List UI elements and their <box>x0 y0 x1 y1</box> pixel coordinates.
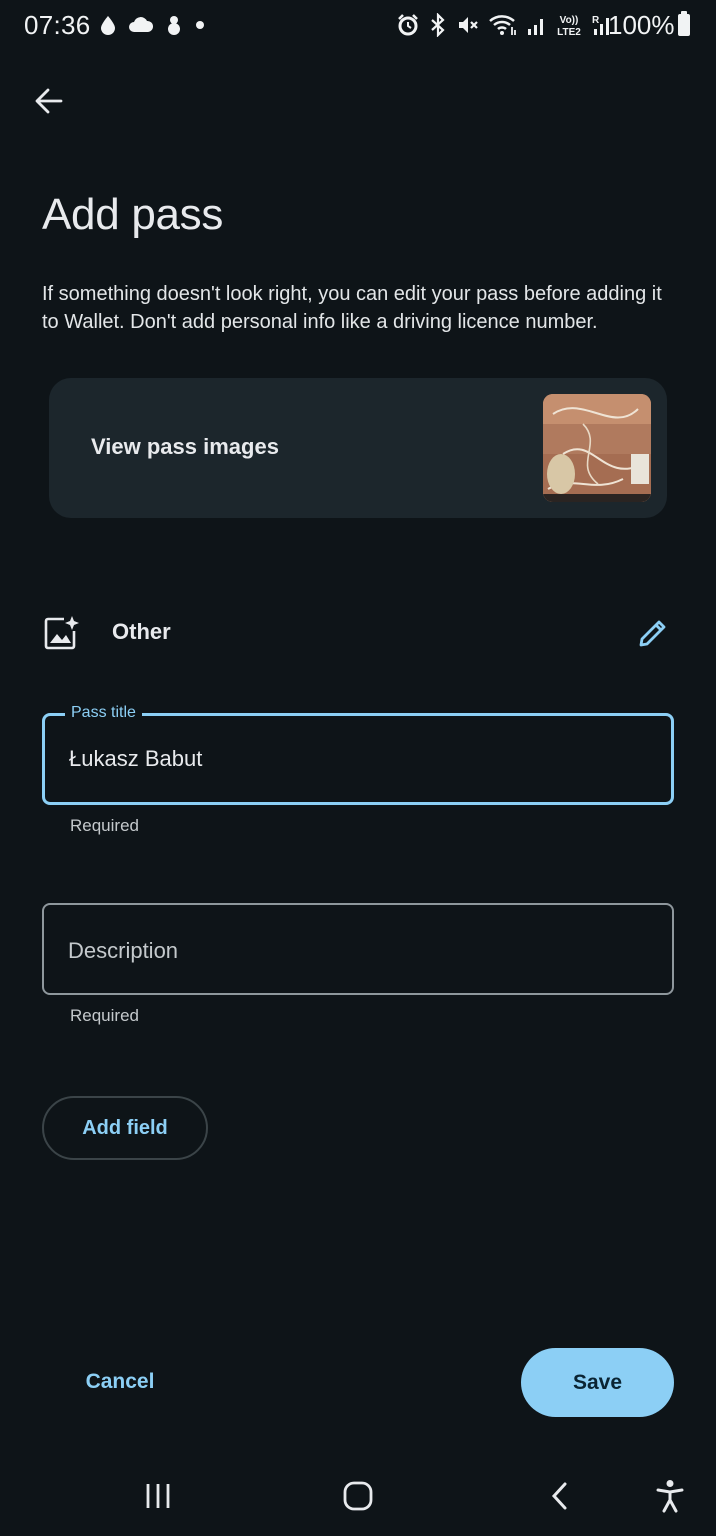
view-pass-images-card[interactable]: View pass images <box>49 378 667 518</box>
snowman-icon <box>168 16 180 35</box>
description-input[interactable] <box>68 938 648 964</box>
home-icon <box>343 1481 373 1511</box>
pass-title-label: Pass title <box>65 704 142 722</box>
page-title: Add pass <box>42 190 224 239</box>
pass-type-row: Other <box>42 606 674 660</box>
status-time: 07:36 <box>24 10 91 40</box>
home-button[interactable] <box>328 1472 388 1520</box>
alarm-icon <box>398 14 418 36</box>
system-nav-bar <box>0 1456 716 1536</box>
notification-drop-icon <box>101 16 115 35</box>
svg-text:LTE2: LTE2 <box>557 27 581 38</box>
battery-icon <box>678 11 690 36</box>
save-button[interactable]: Save <box>521 1348 674 1417</box>
image-sparkle-icon <box>44 616 79 650</box>
status-bar: 07:36 Vo)) LTE2 R 100% <box>0 0 716 56</box>
accessibility-icon <box>656 1480 684 1513</box>
chevron-left-icon <box>551 1482 567 1510</box>
svg-text:Vo)): Vo)) <box>560 15 579 26</box>
pass-title-helper: Required <box>70 816 139 835</box>
status-left-icons <box>98 14 206 36</box>
description-helper: Required <box>70 1006 139 1025</box>
back-button[interactable] <box>26 78 72 124</box>
recents-button[interactable] <box>128 1472 188 1520</box>
cloud-icon <box>129 17 154 32</box>
dot-icon <box>196 21 204 29</box>
wifi-icon <box>489 15 516 35</box>
arrow-back-icon <box>35 88 63 114</box>
volte-icon: Vo)) LTE2 <box>557 15 581 38</box>
pass-title-field[interactable]: Pass title <box>42 704 674 805</box>
signal-icon <box>528 19 543 35</box>
pass-image-thumbnail[interactable] <box>543 394 651 502</box>
svg-text:R: R <box>592 15 600 26</box>
pass-title-input[interactable] <box>69 746 649 772</box>
recents-icon <box>146 1484 170 1508</box>
pass-image-picture <box>543 394 651 502</box>
view-pass-images-label: View pass images <box>91 434 279 459</box>
description-field[interactable] <box>42 903 674 995</box>
battery-percentage: 100% <box>608 10 675 40</box>
mute-icon <box>459 17 478 33</box>
status-right-icons: Vo)) LTE2 R <box>396 12 614 38</box>
add-field-button[interactable]: Add field <box>42 1096 208 1160</box>
pass-type-label: Other <box>112 619 171 644</box>
bluetooth-icon <box>431 13 445 37</box>
edit-pass-type-button[interactable] <box>630 610 676 656</box>
accessibility-button[interactable] <box>640 1472 700 1520</box>
pencil-icon <box>639 620 666 647</box>
nav-back-button[interactable] <box>530 1472 590 1520</box>
intro-text: If something doesn't look right, you can… <box>42 283 662 333</box>
cancel-button[interactable]: Cancel <box>62 1352 178 1412</box>
